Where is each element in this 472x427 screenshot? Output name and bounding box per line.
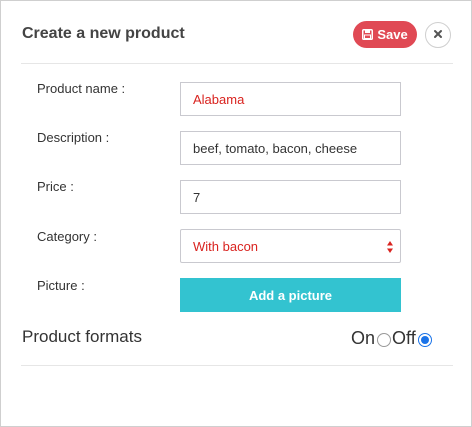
modal-title: Create a new product <box>22 25 185 42</box>
save-button-label: Save <box>377 27 408 42</box>
close-icon <box>433 26 443 44</box>
close-button[interactable] <box>425 22 451 48</box>
off-radio[interactable] <box>417 333 432 347</box>
floppy-disk-icon <box>362 29 374 40</box>
select-arrows-icon <box>386 239 394 255</box>
product-name-label: Product name : <box>37 81 126 96</box>
off-label: Off <box>392 328 416 348</box>
footer-divider <box>21 365 453 366</box>
picture-label: Picture : <box>37 278 85 293</box>
save-button[interactable]: Save <box>353 21 417 48</box>
description-label: Description : <box>37 130 110 145</box>
description-input[interactable] <box>180 131 401 165</box>
price-input[interactable] <box>180 180 401 214</box>
category-selected-value: With bacon <box>193 238 259 254</box>
product-name-input[interactable] <box>180 82 401 116</box>
add-picture-button[interactable]: Add a picture <box>180 278 401 312</box>
product-formats-label: Product formats <box>22 327 142 346</box>
create-product-modal: Create a new product Save Product name :… <box>0 0 472 427</box>
on-radio[interactable] <box>377 333 392 347</box>
product-formats-toggle: On Off <box>351 327 433 349</box>
category-select[interactable]: With bacon <box>180 229 401 263</box>
on-label: On <box>351 328 376 348</box>
price-label: Price : <box>37 179 74 194</box>
category-label: Category : <box>37 229 97 244</box>
header-divider <box>21 63 453 64</box>
